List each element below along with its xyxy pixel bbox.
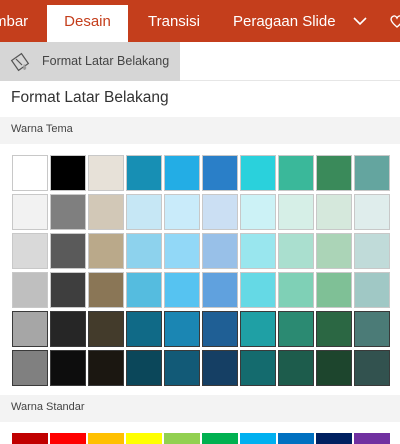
theme-color-swatch[interactable] bbox=[88, 194, 124, 230]
theme-color-swatch[interactable] bbox=[126, 311, 162, 347]
theme-color-swatch[interactable] bbox=[354, 155, 390, 191]
theme-color-swatch[interactable] bbox=[164, 155, 200, 191]
theme-color-swatch[interactable] bbox=[202, 155, 238, 191]
theme-color-swatch[interactable] bbox=[12, 194, 48, 230]
theme-color-swatch[interactable] bbox=[240, 155, 276, 191]
theme-color-swatch[interactable] bbox=[202, 272, 238, 308]
standard-color-row bbox=[12, 433, 392, 444]
tab-transisi[interactable]: Transisi bbox=[148, 0, 200, 42]
tab-peragaan-slide[interactable]: Peragaan Slide bbox=[233, 0, 336, 42]
theme-color-swatch[interactable] bbox=[50, 155, 86, 191]
theme-color-swatch[interactable] bbox=[354, 194, 390, 230]
theme-color-swatch[interactable] bbox=[316, 155, 352, 191]
theme-color-swatch[interactable] bbox=[88, 155, 124, 191]
theme-color-swatch[interactable] bbox=[88, 350, 124, 386]
theme-color-swatch[interactable] bbox=[240, 272, 276, 308]
theme-color-swatch[interactable] bbox=[240, 233, 276, 269]
theme-color-swatch[interactable] bbox=[278, 194, 314, 230]
theme-color-swatch[interactable] bbox=[354, 233, 390, 269]
standard-color-swatch[interactable] bbox=[278, 433, 314, 444]
theme-color-swatch[interactable] bbox=[240, 311, 276, 347]
theme-color-swatch[interactable] bbox=[50, 272, 86, 308]
theme-color-swatch[interactable] bbox=[88, 272, 124, 308]
theme-colors-header: Warna Tema bbox=[0, 117, 400, 144]
theme-color-swatch[interactable] bbox=[202, 233, 238, 269]
theme-color-swatch[interactable] bbox=[164, 350, 200, 386]
theme-color-swatch[interactable] bbox=[126, 272, 162, 308]
theme-color-swatch[interactable] bbox=[278, 272, 314, 308]
theme-color-swatch[interactable] bbox=[50, 194, 86, 230]
theme-color-swatch[interactable] bbox=[240, 194, 276, 230]
format-background-icon bbox=[10, 52, 30, 72]
standard-color-swatch[interactable] bbox=[164, 433, 200, 444]
theme-color-swatch[interactable] bbox=[12, 155, 48, 191]
theme-color-swatch[interactable] bbox=[202, 194, 238, 230]
theme-color-swatch[interactable] bbox=[12, 272, 48, 308]
theme-color-swatch[interactable] bbox=[316, 194, 352, 230]
theme-colors-label: Warna Tema bbox=[11, 123, 73, 135]
theme-color-swatch[interactable] bbox=[354, 311, 390, 347]
theme-color-swatch[interactable] bbox=[12, 311, 48, 347]
standard-color-swatch[interactable] bbox=[12, 433, 48, 444]
format-background-label: Format Latar Belakang bbox=[42, 54, 170, 68]
heart-icon[interactable] bbox=[389, 13, 400, 29]
chevron-down-icon[interactable] bbox=[352, 13, 368, 29]
theme-color-swatch[interactable] bbox=[50, 311, 86, 347]
theme-color-swatch[interactable] bbox=[126, 155, 162, 191]
standard-colors-header: Warna Standar bbox=[0, 395, 400, 422]
theme-color-swatch[interactable] bbox=[316, 311, 352, 347]
theme-color-swatch[interactable] bbox=[278, 233, 314, 269]
standard-color-swatch[interactable] bbox=[126, 433, 162, 444]
theme-color-swatch[interactable] bbox=[126, 194, 162, 230]
standard-color-swatch[interactable] bbox=[240, 433, 276, 444]
theme-color-swatch[interactable] bbox=[164, 311, 200, 347]
theme-color-swatch[interactable] bbox=[278, 350, 314, 386]
theme-color-swatch[interactable] bbox=[126, 350, 162, 386]
theme-color-swatch[interactable] bbox=[88, 311, 124, 347]
theme-color-swatch[interactable] bbox=[164, 272, 200, 308]
standard-colors-label: Warna Standar bbox=[11, 401, 85, 413]
standard-color-swatch[interactable] bbox=[316, 433, 352, 444]
theme-color-swatch[interactable] bbox=[88, 233, 124, 269]
theme-color-swatch[interactable] bbox=[316, 350, 352, 386]
theme-color-swatch[interactable] bbox=[316, 233, 352, 269]
theme-color-swatch[interactable] bbox=[50, 350, 86, 386]
theme-color-swatch[interactable] bbox=[240, 350, 276, 386]
tab-gambar[interactable]: mbar bbox=[0, 0, 28, 42]
standard-color-swatch[interactable] bbox=[50, 433, 86, 444]
theme-color-swatch[interactable] bbox=[202, 350, 238, 386]
theme-color-swatch[interactable] bbox=[126, 233, 162, 269]
theme-color-swatch[interactable] bbox=[164, 233, 200, 269]
theme-color-swatch[interactable] bbox=[12, 233, 48, 269]
standard-color-swatch[interactable] bbox=[202, 433, 238, 444]
theme-color-swatch[interactable] bbox=[12, 350, 48, 386]
theme-color-swatch[interactable] bbox=[164, 194, 200, 230]
theme-color-swatch[interactable] bbox=[278, 155, 314, 191]
theme-color-swatch[interactable] bbox=[354, 350, 390, 386]
theme-color-swatch[interactable] bbox=[316, 272, 352, 308]
format-background-button[interactable]: Format Latar Belakang bbox=[0, 42, 180, 81]
ribbon-tabs: mbar Desain Transisi Peragaan Slide bbox=[0, 0, 400, 42]
theme-color-swatch[interactable] bbox=[50, 233, 86, 269]
command-bar: Format Latar Belakang bbox=[0, 42, 400, 81]
theme-color-swatch[interactable] bbox=[354, 272, 390, 308]
standard-color-swatch[interactable] bbox=[354, 433, 390, 444]
pane-title: Format Latar Belakang bbox=[11, 89, 169, 106]
theme-color-grid bbox=[12, 155, 392, 386]
theme-color-swatch[interactable] bbox=[202, 311, 238, 347]
standard-color-swatch[interactable] bbox=[88, 433, 124, 444]
theme-color-swatch[interactable] bbox=[278, 311, 314, 347]
tab-desain[interactable]: Desain bbox=[47, 5, 128, 42]
